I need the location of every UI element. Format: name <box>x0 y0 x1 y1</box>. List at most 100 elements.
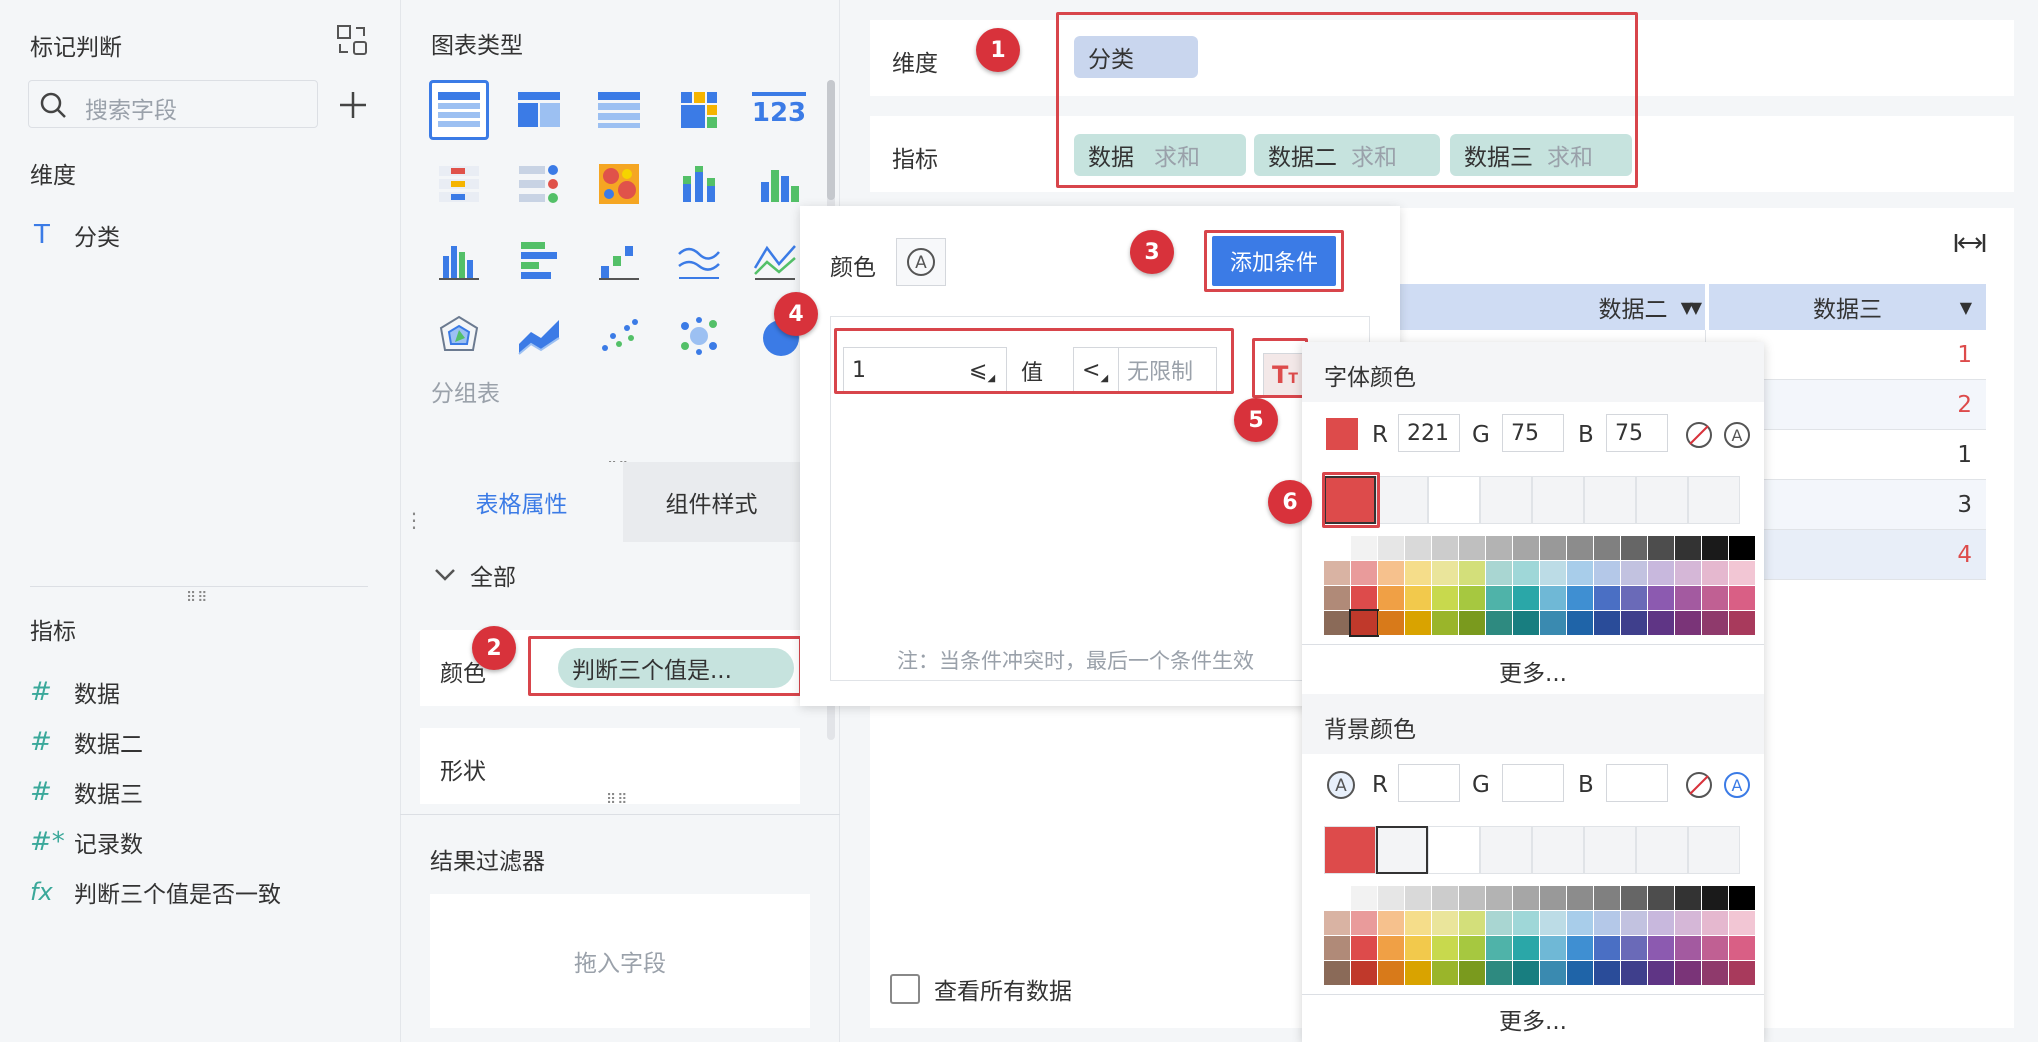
palette-swatch[interactable] <box>1432 886 1458 910</box>
palette-swatch[interactable] <box>1648 961 1674 985</box>
chart-type-heatmap[interactable] <box>589 154 649 214</box>
palette-swatch[interactable] <box>1594 586 1620 610</box>
table-header-data2[interactable]: 数据二 ▼ <box>1360 284 1706 330</box>
palette-swatch[interactable] <box>1486 536 1512 560</box>
palette-swatch[interactable] <box>1702 536 1728 560</box>
resize-handle[interactable]: ⠿⠿ <box>186 590 209 606</box>
palette-swatch[interactable] <box>1513 536 1539 560</box>
palette-swatch[interactable] <box>1324 911 1350 935</box>
chart-type-card-list[interactable] <box>509 154 569 214</box>
palette-swatch[interactable] <box>1459 586 1485 610</box>
recent-color-swatch[interactable] <box>1376 476 1428 524</box>
palette-swatch[interactable] <box>1621 586 1647 610</box>
sort-arrow-icon[interactable]: ▼ <box>1690 298 1702 317</box>
palette-swatch[interactable] <box>1621 536 1647 560</box>
palette-swatch[interactable] <box>1351 936 1377 960</box>
palette-swatch[interactable] <box>1486 961 1512 985</box>
recent-color-swatch[interactable] <box>1480 476 1532 524</box>
recent-color-swatch[interactable] <box>1636 476 1688 524</box>
palette-swatch[interactable] <box>1405 886 1431 910</box>
palette-swatch[interactable] <box>1513 586 1539 610</box>
palette-swatch[interactable] <box>1351 586 1377 610</box>
resize-handle[interactable]: ⠿⠿ <box>606 792 629 808</box>
chart-type-stacked-bar[interactable] <box>669 154 729 214</box>
palette-swatch[interactable] <box>1702 611 1728 635</box>
palette-swatch[interactable] <box>1459 611 1485 635</box>
recent-color-swatch[interactable] <box>1688 476 1740 524</box>
switch-dataset-icon[interactable] <box>336 24 368 56</box>
palette-swatch[interactable] <box>1567 561 1593 585</box>
auto-color-picker[interactable]: A <box>896 238 946 286</box>
palette-swatch[interactable] <box>1621 911 1647 935</box>
palette-swatch[interactable] <box>1405 611 1431 635</box>
palette-swatch[interactable] <box>1567 586 1593 610</box>
palette-swatch[interactable] <box>1405 561 1431 585</box>
bg-r-input[interactable] <box>1398 764 1460 802</box>
chart-type-cross-table[interactable] <box>509 80 569 140</box>
palette-swatch[interactable] <box>1405 911 1431 935</box>
recent-color-swatch[interactable] <box>1636 826 1688 874</box>
chart-type-line[interactable] <box>669 230 729 290</box>
font-g-input[interactable]: 75 <box>1502 414 1564 452</box>
table-header-data3[interactable]: 数据三 ▼ <box>1708 284 1986 330</box>
filter-drop-zone[interactable]: 拖入字段 <box>430 894 810 1028</box>
metric-field-formula[interactable]: fx 判断三个值是否一致 <box>30 874 370 910</box>
view-all-checkbox[interactable] <box>890 974 920 1004</box>
palette-swatch[interactable] <box>1621 886 1647 910</box>
palette-swatch[interactable] <box>1324 561 1350 585</box>
chart-type-bar[interactable] <box>429 230 489 290</box>
chart-type-radar[interactable] <box>429 306 489 366</box>
chart-type-heat-grid[interactable] <box>669 80 729 140</box>
palette-swatch[interactable] <box>1432 561 1458 585</box>
palette-swatch[interactable] <box>1621 961 1647 985</box>
palette-swatch[interactable] <box>1648 886 1674 910</box>
font-b-input[interactable]: 75 <box>1606 414 1668 452</box>
palette-swatch[interactable] <box>1378 961 1404 985</box>
palette-swatch[interactable] <box>1513 911 1539 935</box>
palette-swatch[interactable] <box>1648 611 1674 635</box>
auto-bg-icon[interactable]: A <box>1324 768 1358 802</box>
bg-color-palette[interactable] <box>1324 886 1755 985</box>
palette-swatch[interactable] <box>1405 936 1431 960</box>
sort-arrow-icon[interactable]: ▼ <box>1960 298 1972 317</box>
recent-color-swatch[interactable] <box>1324 826 1376 874</box>
palette-swatch[interactable] <box>1459 886 1485 910</box>
palette-swatch[interactable] <box>1621 561 1647 585</box>
palette-swatch[interactable] <box>1405 586 1431 610</box>
palette-swatch[interactable] <box>1540 911 1566 935</box>
palette-swatch[interactable] <box>1459 536 1485 560</box>
palette-swatch[interactable] <box>1648 936 1674 960</box>
chart-type-group-table[interactable] <box>429 80 489 140</box>
palette-swatch[interactable] <box>1351 961 1377 985</box>
palette-swatch[interactable] <box>1729 961 1755 985</box>
palette-swatch[interactable] <box>1405 961 1431 985</box>
palette-swatch[interactable] <box>1648 586 1674 610</box>
recent-color-swatch[interactable] <box>1584 476 1636 524</box>
bg-b-input[interactable] <box>1606 764 1668 802</box>
recent-color-swatch[interactable] <box>1428 826 1480 874</box>
metric-field-data2[interactable]: # 数据二 <box>30 724 370 760</box>
dimension-field-category[interactable]: T 分类 <box>34 220 234 251</box>
palette-swatch[interactable] <box>1378 586 1404 610</box>
palette-swatch[interactable] <box>1351 886 1377 910</box>
palette-swatch[interactable] <box>1324 536 1350 560</box>
palette-swatch[interactable] <box>1432 611 1458 635</box>
font-color-palette[interactable] <box>1324 536 1755 637</box>
palette-swatch[interactable] <box>1459 961 1485 985</box>
palette-swatch[interactable] <box>1729 911 1755 935</box>
recent-color-swatch[interactable] <box>1376 826 1428 874</box>
add-field-icon[interactable] <box>338 90 368 120</box>
palette-swatch[interactable] <box>1513 611 1539 635</box>
palette-swatch[interactable] <box>1729 561 1755 585</box>
palette-swatch[interactable] <box>1513 961 1539 985</box>
bg-g-input[interactable] <box>1502 764 1564 802</box>
palette-swatch[interactable] <box>1324 936 1350 960</box>
palette-swatch[interactable] <box>1486 911 1512 935</box>
palette-swatch[interactable] <box>1432 961 1458 985</box>
palette-swatch[interactable] <box>1324 586 1350 610</box>
metric-field-data[interactable]: # 数据 <box>30 674 370 710</box>
palette-swatch[interactable] <box>1459 911 1485 935</box>
palette-swatch[interactable] <box>1594 561 1620 585</box>
palette-swatch[interactable] <box>1378 561 1404 585</box>
palette-swatch[interactable] <box>1567 886 1593 910</box>
